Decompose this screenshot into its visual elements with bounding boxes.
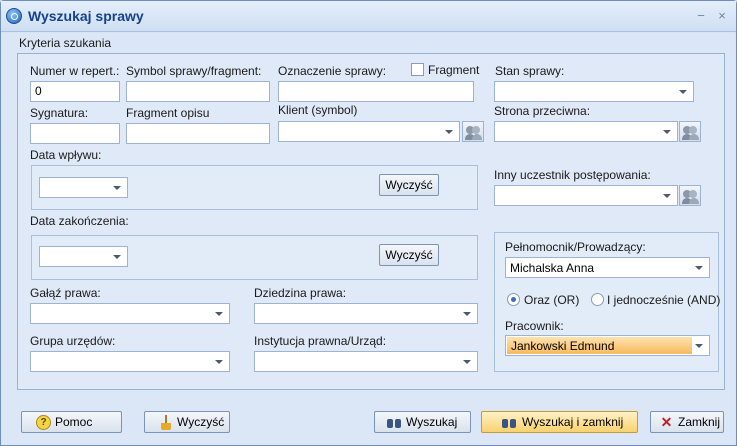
opis-input[interactable] — [126, 123, 270, 144]
search-button[interactable]: Wyszukaj — [374, 411, 471, 433]
klient-select[interactable] — [278, 121, 460, 142]
numer-label: Numer w repert.: — [30, 64, 120, 78]
instytucja-label: Instytucja prawna/Urząd: — [254, 334, 387, 348]
pelnomocnik-label: Pełnomocnik/Prowadzący: — [505, 240, 646, 254]
grupa-select[interactable] — [30, 351, 230, 372]
chevron-down-icon — [695, 344, 703, 348]
pracownik-label: Pracownik: — [505, 319, 564, 333]
oznaczenie-label: Oznaczenie sprawy: — [278, 64, 387, 78]
chevron-down-icon — [463, 312, 471, 316]
data-zakonczenia-select[interactable] — [39, 246, 128, 267]
clear-data-zakonczenia-button[interactable]: Wyczyść — [379, 244, 439, 266]
sygnatura-input[interactable] — [30, 123, 120, 144]
chevron-down-icon — [679, 90, 687, 94]
oznaczenie-input[interactable] — [278, 81, 474, 102]
data-zakonczenia-label: Data zakończenia: — [30, 214, 129, 228]
instytucja-select[interactable] — [254, 351, 478, 372]
data-wplywu-select[interactable] — [39, 177, 128, 198]
chevron-down-icon — [663, 130, 671, 134]
clear-data-wplywu-button[interactable]: Wyczyść — [379, 174, 439, 196]
dziedzina-label: Dziedzina prawa: — [254, 286, 347, 300]
fragment-checkbox[interactable] — [411, 63, 424, 76]
chevron-down-icon — [215, 312, 223, 316]
galaz-label: Gałąź prawa: — [30, 286, 101, 300]
close-button-label: Zamknij — [678, 415, 721, 429]
search-and-close-button-label: Wyszukaj i zamknij — [522, 415, 624, 429]
clear-all-button-label: Wyczyść — [177, 415, 225, 429]
pracownik-select[interactable]: Jankowski Edmund — [505, 335, 710, 356]
radio-and[interactable] — [591, 293, 604, 306]
inny-uczestnik-select[interactable] — [494, 185, 678, 206]
data-wplywu-label: Data wpływu: — [30, 148, 102, 162]
radio-or[interactable] — [507, 293, 520, 306]
inny-uczestnik-picker-button[interactable] — [679, 185, 701, 206]
search-cases-dialog: Wyszukaj sprawy − × Kryteria szukania Nu… — [0, 0, 737, 446]
search-app-icon — [6, 8, 22, 24]
search-button-label: Wyszukaj — [406, 415, 458, 429]
klient-label: Klient (symbol) — [278, 103, 358, 117]
binoculars-close-icon — [502, 416, 517, 429]
help-icon: ? — [36, 415, 51, 430]
klient-picker-button[interactable] — [462, 121, 484, 142]
dziedzina-select[interactable] — [254, 303, 478, 324]
inny-uczestnik-label: Inny uczestnik postępowania: — [494, 168, 651, 182]
strona-picker-button[interactable] — [679, 121, 701, 142]
pracownik-value: Jankowski Edmund — [507, 337, 692, 354]
chevron-down-icon — [215, 360, 223, 364]
symbol-input[interactable] — [126, 81, 270, 102]
chevron-down-icon — [445, 130, 453, 134]
help-button-label: Pomoc — [55, 415, 93, 429]
opis-label: Fragment opisu — [126, 106, 210, 120]
close-icon: ✕ — [660, 414, 673, 430]
chevron-down-icon — [695, 266, 703, 270]
chevron-down-icon — [663, 194, 671, 198]
sygnatura-label: Sygnatura: — [30, 106, 89, 120]
pelnomocnik-select[interactable]: Michalska Anna — [505, 257, 710, 278]
criteria-group-label: Kryteria szukania — [19, 36, 112, 50]
chevron-down-icon — [463, 360, 471, 364]
minimize-icon[interactable]: − — [694, 9, 708, 23]
help-button[interactable]: ? Pomoc — [21, 411, 122, 433]
fragment-checkbox-label: Fragment — [428, 63, 480, 77]
chevron-down-icon — [113, 186, 121, 190]
stan-select[interactable] — [494, 81, 694, 102]
symbol-label: Symbol sprawy/fragment: — [126, 64, 262, 78]
strona-select[interactable] — [494, 121, 678, 142]
binoculars-icon — [387, 416, 402, 429]
window-title: Wyszukaj sprawy — [28, 8, 144, 24]
stan-label: Stan sprawy: — [495, 64, 565, 78]
radio-or-label: Oraz (OR) — [524, 293, 580, 307]
title-bar[interactable]: Wyszukaj sprawy − × — [1, 1, 736, 32]
grupa-label: Grupa urzędów: — [30, 334, 116, 348]
pelnomocnik-value: Michalska Anna — [510, 261, 595, 275]
clear-all-button[interactable]: Wyczyść — [144, 411, 230, 433]
search-and-close-button[interactable]: Wyszukaj i zamknij — [481, 411, 638, 433]
strona-label: Strona przeciwna: — [494, 104, 591, 118]
close-button[interactable]: ✕ Zamknij — [650, 411, 724, 433]
chevron-down-icon — [113, 255, 121, 259]
galaz-select[interactable] — [30, 303, 230, 324]
brush-icon — [160, 415, 172, 430]
close-window-icon[interactable]: × — [715, 9, 729, 23]
numer-input[interactable]: 0 — [30, 81, 120, 102]
radio-and-label: I jednocześnie (AND) — [607, 293, 721, 307]
